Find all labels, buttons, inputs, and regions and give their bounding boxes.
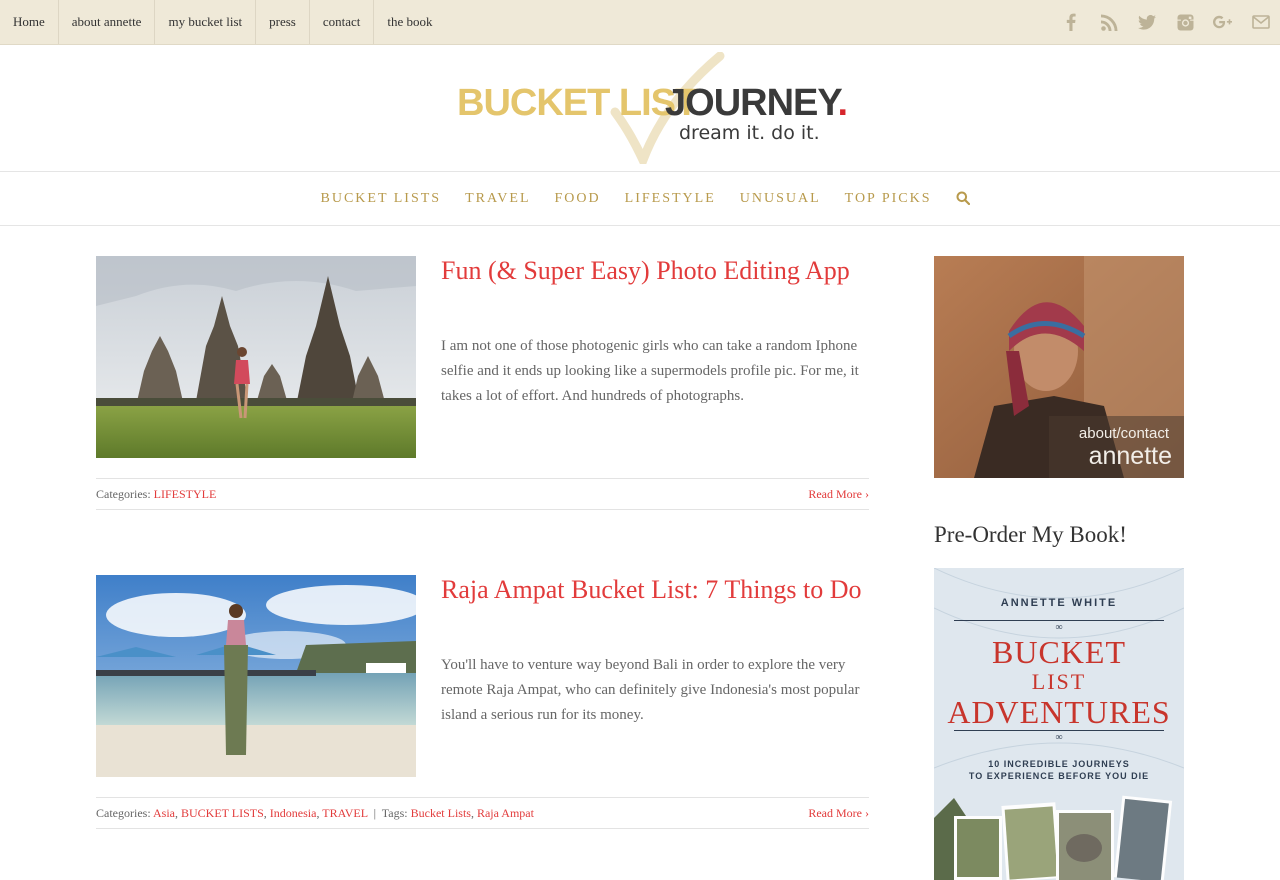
post-2-title[interactable]: Raja Ampat Bucket List: 7 Things to Do — [441, 576, 871, 603]
twitter-icon[interactable] — [1128, 0, 1166, 44]
tag-link-raja-ampat[interactable]: Raja Ampat — [477, 806, 534, 820]
post-2-image[interactable] — [96, 575, 416, 777]
topnav-home[interactable]: Home — [0, 0, 59, 44]
book-title-line-1: BUCKET — [992, 634, 1126, 670]
post-1-title[interactable]: Fun (& Super Easy) Photo Editing App — [441, 257, 871, 284]
about-annette-banner[interactable]: about/contact annette — [934, 256, 1184, 478]
top-bar: Home about annette my bucket list press … — [0, 0, 1280, 45]
book-title-line-3: ADVENTURES — [947, 694, 1171, 730]
chevron-right-icon: › — [865, 487, 869, 501]
social-links — [1052, 0, 1280, 44]
post-1-image[interactable] — [96, 256, 416, 458]
facebook-icon[interactable] — [1052, 0, 1090, 44]
category-link-lifestyle[interactable]: LIFESTYLE — [154, 487, 217, 501]
category-link-asia[interactable]: Asia — [153, 806, 175, 820]
post-2-meta: Categories: Asia, BUCKET LISTS, Indonesi… — [96, 797, 869, 829]
google-plus-icon[interactable] — [1204, 0, 1242, 44]
nav-lifestyle[interactable]: LIFESTYLE — [625, 191, 716, 207]
nav-top-picks[interactable]: TOP PICKS — [845, 191, 932, 207]
categories-label: Categories: — [96, 806, 151, 820]
topnav-press[interactable]: press — [256, 0, 310, 44]
svg-text:∞: ∞ — [1055, 622, 1062, 633]
site-logo[interactable]: BUCKET LIST JOURNEY. dream it. do it. — [455, 52, 848, 164]
topnav-contact[interactable]: contact — [310, 0, 375, 44]
book-title-line-2: LIST — [1031, 669, 1087, 694]
nav-travel[interactable]: TRAVEL — [465, 191, 530, 207]
post-2-excerpt: You'll have to venture way beyond Bali i… — [441, 657, 860, 723]
main-nav: BUCKET LISTS TRAVEL FOOD LIFESTYLE UNUSU… — [0, 171, 1280, 226]
svg-text:∞: ∞ — [1055, 732, 1062, 743]
chevron-right-icon: › — [865, 806, 869, 820]
topnav-about-annette[interactable]: about annette — [59, 0, 156, 44]
category-link-bucket-lists[interactable]: BUCKET LISTS — [181, 806, 264, 820]
instagram-icon[interactable] — [1166, 0, 1204, 44]
book-cover[interactable]: ∞ ∞ ANNETTE WHITE BUCKET LIST ADVENTURES… — [934, 568, 1184, 880]
top-nav: Home about annette my bucket list press … — [0, 0, 446, 44]
category-link-travel[interactable]: TRAVEL — [322, 806, 367, 820]
search-icon[interactable] — [956, 191, 972, 207]
topnav-the-book[interactable]: the book — [374, 0, 445, 44]
banner-caption-name: annette — [1089, 442, 1172, 470]
post-2-read-more[interactable]: Read More › — [808, 798, 869, 828]
post-1-read-more[interactable]: Read More › — [808, 479, 869, 509]
nav-unusual[interactable]: UNUSUAL — [740, 191, 821, 207]
mail-icon[interactable] — [1242, 0, 1280, 44]
book-author: ANNETTE WHITE — [1000, 597, 1118, 609]
nav-bucket-lists[interactable]: BUCKET LISTS — [321, 191, 442, 207]
tags-label: Tags: — [381, 806, 408, 820]
category-link-indonesia[interactable]: Indonesia — [270, 806, 317, 820]
nav-food[interactable]: FOOD — [555, 191, 601, 207]
logo-tagline: dream it. do it. — [679, 122, 820, 144]
banner-caption-about: about/contact — [1079, 425, 1170, 442]
logo-text-journey: JOURNEY. — [665, 82, 848, 124]
tag-link-bucket-lists[interactable]: Bucket Lists — [411, 806, 471, 820]
logo-text-bucket-list: BUCKET LIST — [457, 82, 698, 124]
rss-icon[interactable] — [1090, 0, 1128, 44]
post-1-meta: Categories: LIFESTYLE Read More › — [96, 478, 869, 510]
book-subtitle: 10 INCREDIBLE JOURNEYS TO EXPERIENCE BEF… — [968, 759, 1150, 781]
topnav-my-bucket-list[interactable]: my bucket list — [155, 0, 257, 44]
sidebar-heading-preorder: Pre-Order My Book! — [934, 522, 1127, 547]
post-1-excerpt: I am not one of those photogenic girls w… — [441, 338, 859, 404]
meta-separator: | — [370, 806, 379, 820]
categories-label: Categories: — [96, 487, 151, 501]
